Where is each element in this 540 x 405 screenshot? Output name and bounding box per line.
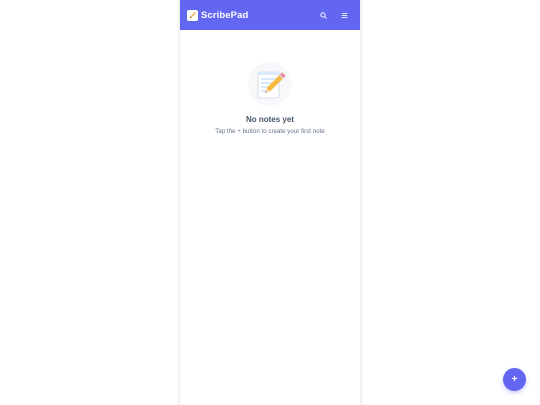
screen: ScribePad No notes yet Tap the + button … (0, 0, 540, 405)
search-icon (319, 11, 327, 19)
add-note-button[interactable]: + (503, 368, 526, 391)
memo-icon (248, 62, 292, 106)
empty-state: No notes yet Tap the + button to create … (180, 62, 360, 135)
app-title: ScribePad (201, 9, 249, 21)
app-bar: ScribePad (180, 0, 360, 30)
app-window: ScribePad No notes yet Tap the + button … (179, 0, 361, 405)
empty-state-subtitle: Tap the + button to create your first no… (215, 128, 325, 135)
search-button[interactable] (315, 7, 331, 23)
menu-button[interactable] (336, 7, 352, 23)
pencil-note-icon (187, 9, 198, 21)
empty-state-title: No notes yet (245, 115, 294, 124)
add-icon: + (511, 374, 518, 385)
menu-icon (341, 12, 347, 18)
